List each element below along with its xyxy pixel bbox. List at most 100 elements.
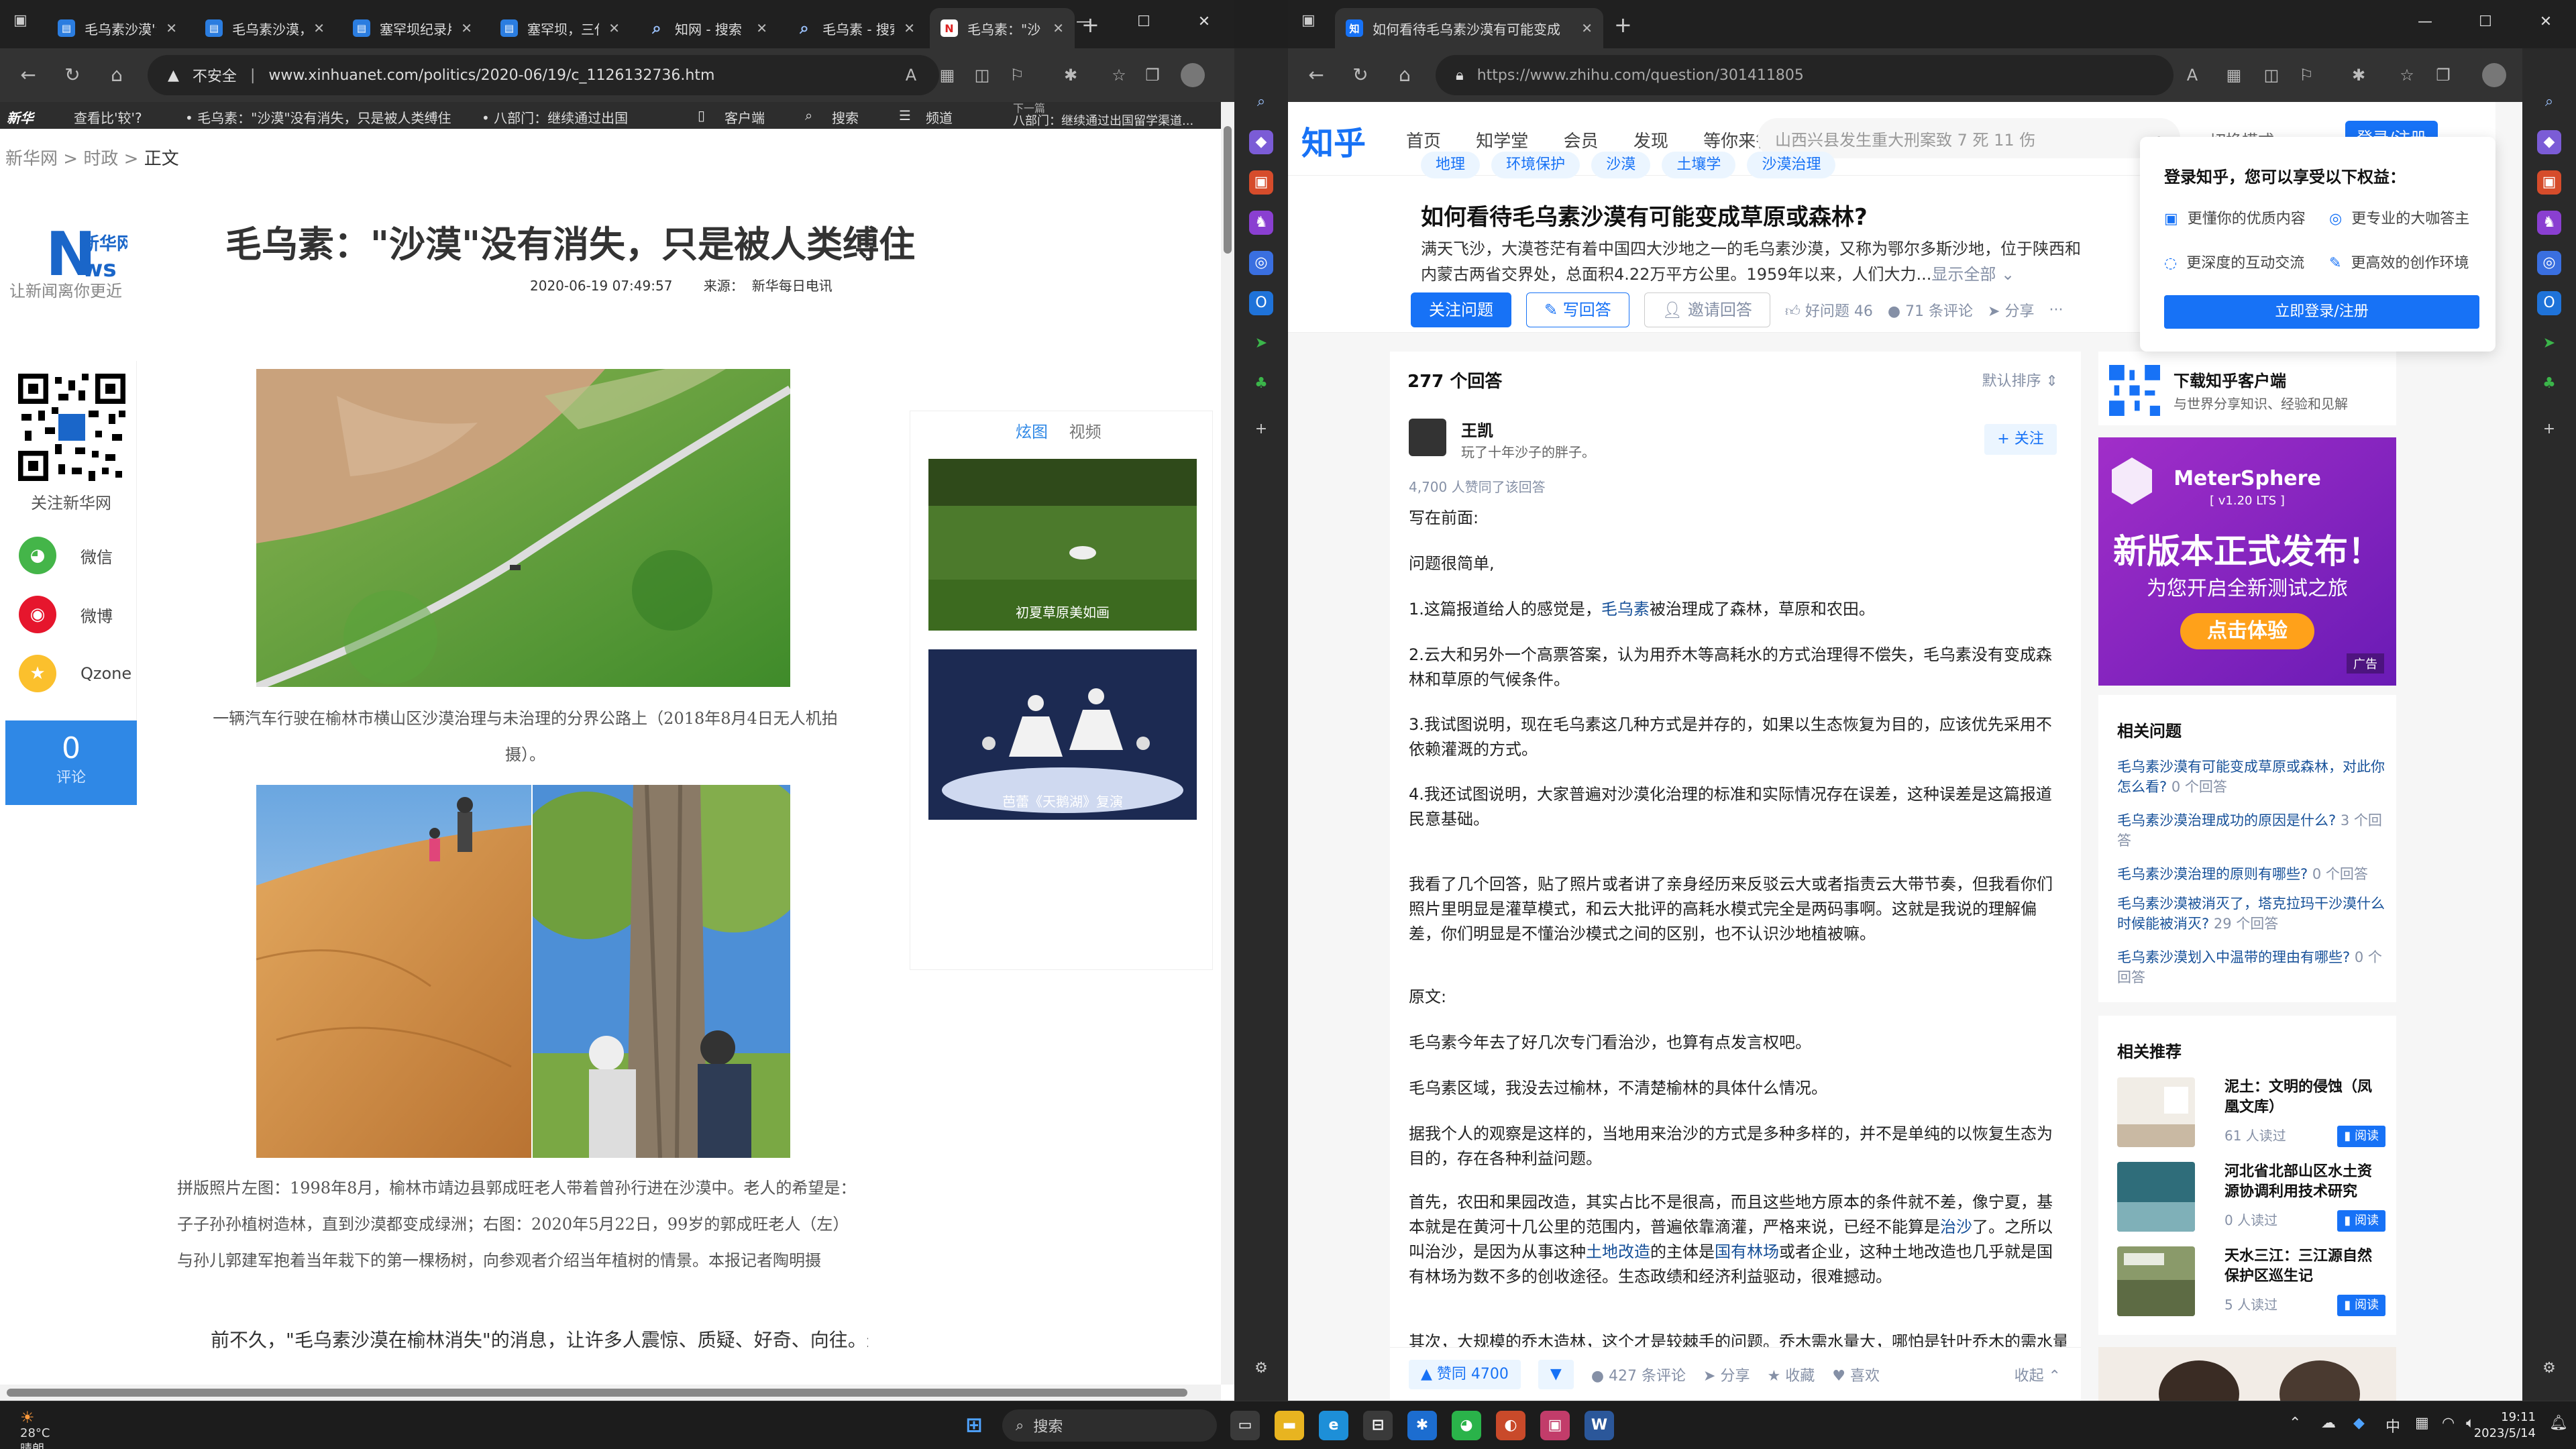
collections-icon[interactable]: ❐	[1140, 63, 1165, 87]
profile-avatar[interactable]	[2482, 63, 2506, 87]
show-all-link[interactable]: 显示全部 ⌄	[1931, 265, 2015, 284]
start-icon[interactable]: ⊞	[959, 1411, 989, 1440]
author-name[interactable]: 王凯	[1461, 417, 1493, 441]
keyword-link[interactable]: 土地改造	[1586, 1242, 1650, 1261]
topic-tag[interactable]: 地理	[1421, 152, 1481, 178]
app-star-icon[interactable]: ✱	[1407, 1411, 1437, 1440]
client-link[interactable]: 客户端	[724, 107, 765, 127]
add-icon[interactable]: +	[2537, 417, 2561, 441]
follow-question-button[interactable]: 关注问题	[1411, 292, 1511, 327]
split-icon[interactable]: ◫	[970, 63, 994, 87]
ime-indicator[interactable]: 中	[2385, 1415, 2400, 1436]
tab-video[interactable]: 视频	[1069, 423, 1102, 441]
tab-1[interactable]: ▤毛乌素沙漠'治'✕	[47, 8, 188, 48]
comments-button[interactable]: ● 71 条评论	[1888, 299, 1973, 321]
answer-comments-button[interactable]: ● 427 条评论	[1591, 1364, 1686, 1385]
breadcrumb-home[interactable]: 新华网	[5, 149, 58, 169]
games-icon[interactable]: ♞	[2537, 211, 2561, 235]
more-actions-button[interactable]: ···	[2049, 302, 2063, 319]
profile-avatar[interactable]	[1181, 63, 1205, 87]
topic-tag[interactable]: 环境保护	[1491, 152, 1580, 178]
tracking-icon[interactable]: ⚐	[2294, 63, 2318, 87]
nav-zhixuetang[interactable]: 知学堂	[1476, 131, 1528, 152]
settings-icon[interactable]: ⚙	[2537, 1356, 2561, 1381]
photo-app-icon[interactable]: ▣	[1540, 1411, 1570, 1440]
favorites-icon[interactable]: ☆	[2395, 63, 2419, 87]
channel-link[interactable]: 频道	[926, 107, 953, 127]
related-question[interactable]: 毛乌素沙漠被消灭了，塔克拉玛干沙漠什么时候能被消灭? 29 个回答	[2117, 894, 2385, 934]
tab-4[interactable]: ▤塞罕坝，三代✕	[490, 8, 631, 48]
share-qzone[interactable]: ★ Qzone	[19, 655, 131, 692]
popup-login-button[interactable]: 立即登录/注册	[2164, 295, 2479, 329]
close-icon[interactable]: ✕	[461, 20, 472, 36]
topic-tag[interactable]: 土壤学	[1662, 152, 1736, 178]
share-button[interactable]: ➤ 分享	[1988, 299, 2034, 321]
download-app-card[interactable]: 下载知乎客户端 与世界分享知识、经验和见解	[2098, 352, 2396, 425]
gallery-thumb-grassland[interactable]: 初夏草原美如画	[928, 459, 1197, 631]
close-icon[interactable]: ✕	[166, 20, 177, 36]
wechat-icon[interactable]: ◕	[1452, 1411, 1481, 1440]
share-weibo[interactable]: ◉ 微博	[19, 596, 113, 633]
home-icon[interactable]: ⌂	[103, 62, 130, 89]
extensions-icon[interactable]: ✱	[2347, 63, 2371, 87]
tab-2[interactable]: ▤毛乌素沙漠，ll✕	[195, 8, 335, 48]
ad-cta-button[interactable]: 点击体验	[2180, 613, 2314, 649]
search-icon[interactable]: ⌕	[1249, 90, 1273, 114]
send-icon[interactable]: ➤	[2537, 331, 2561, 356]
refresh-icon[interactable]: ↻	[1347, 62, 1374, 89]
taskbar-search[interactable]: ⌕ 搜索	[1002, 1409, 1217, 1442]
send-icon[interactable]: ➤	[1249, 331, 1273, 356]
tree-icon[interactable]: ♣	[1249, 372, 1273, 396]
book-item[interactable]: 河北省北部山区水土资源协调利用技术研究 0 人读过 ▮ 阅读	[2117, 1162, 2385, 1241]
close-window-icon[interactable]: ✕	[1174, 13, 1234, 30]
answer-share-button[interactable]: ➤ 分享	[1703, 1364, 1750, 1385]
tree-icon[interactable]: ♣	[2537, 372, 2561, 396]
word-icon[interactable]: W	[1585, 1411, 1614, 1440]
site-brand[interactable]: 新华	[7, 107, 34, 127]
horizontal-scrollbar[interactable]	[0, 1385, 1221, 1401]
close-icon[interactable]: ✕	[904, 20, 915, 36]
wifi-icon[interactable]: ◠	[2442, 1415, 2455, 1432]
read-aloud-icon[interactable]: A	[899, 63, 923, 87]
good-question-button[interactable]: 👍︎ 好问题 46	[1785, 299, 1873, 321]
related-question[interactable]: 毛乌素沙漠治理成功的原因是什么? 3 个回答	[2117, 810, 2385, 851]
tab-5[interactable]: ⌕ 知网 - 搜索 ✕	[637, 8, 778, 48]
address-bar[interactable]: ▲ 不安全 | www.xinhuanet.com/politics/2020-…	[148, 55, 939, 95]
favorite-button[interactable]: ★ 收藏	[1767, 1364, 1815, 1385]
maximize-icon[interactable]: ☐	[2455, 13, 2516, 30]
keyword-link[interactable]: 国有林场	[1715, 1242, 1779, 1261]
topic-tag[interactable]: 沙漠治理	[1747, 152, 1836, 178]
shopping-icon[interactable]: ◆	[1249, 130, 1273, 154]
system-clock[interactable]: 19:11 2023/5/14	[2474, 1409, 2536, 1442]
share-wechat[interactable]: ◕ 微信	[19, 537, 113, 574]
book-item[interactable]: 泥土：文明的侵蚀（凤凰文库） 61 人读过 ▮ 阅读	[2117, 1077, 2385, 1157]
collections-icon[interactable]: ❐	[2431, 63, 2455, 87]
home-icon[interactable]: ⌂	[1391, 62, 1418, 89]
sort-dropdown[interactable]: 默认排序 ⇕	[1982, 369, 2058, 390]
notification-icon[interactable]: 🔔︎	[2549, 1415, 2568, 1432]
invite-answer-button[interactable]: 👤︎ 邀请回答	[1644, 292, 1770, 327]
close-icon[interactable]: ✕	[756, 20, 767, 36]
games-icon[interactable]: ♞	[1249, 211, 1273, 235]
gallery-thumb-ballet[interactable]: 芭蕾《天鹅湖》复演	[928, 649, 1197, 820]
tracking-icon[interactable]: ⚐	[1005, 63, 1029, 87]
maximize-icon[interactable]: ☐	[1114, 13, 1174, 30]
follow-author-button[interactable]: + 关注	[1984, 424, 2057, 455]
taskview-icon[interactable]: ▭	[1230, 1411, 1260, 1440]
downvote-button[interactable]: ▼	[1538, 1359, 1574, 1389]
split-icon[interactable]: ◫	[2259, 63, 2284, 87]
keyword-link[interactable]: 毛乌素	[1601, 600, 1650, 619]
nav-discover[interactable]: 发现	[1633, 131, 1668, 152]
write-answer-button[interactable]: ✎ 写回答	[1526, 292, 1629, 327]
tab-3[interactable]: ▤塞罕坝纪录片✕	[342, 8, 483, 48]
tools-icon[interactable]: ▣	[1249, 170, 1273, 195]
read-aloud-icon[interactable]: A	[2180, 63, 2204, 87]
related-question[interactable]: 毛乌素沙漠划入中温带的理由有哪些? 0 个回答	[2117, 947, 2385, 987]
tray-app-icon[interactable]: ◆	[2353, 1415, 2365, 1432]
minimize-icon[interactable]: —	[2395, 13, 2455, 30]
book-item[interactable]: 天水三江：三江源自然保护区巡生记 5 人读过 ▮ 阅读	[2117, 1246, 2385, 1326]
metersphere-ad[interactable]: MeterSphere [ v1.20 LTS ] 新版本正式发布！ 为您开启全…	[2098, 437, 2396, 686]
ime-icon[interactable]: ▦	[2415, 1415, 2429, 1432]
breadcrumb-section[interactable]: 时政	[83, 149, 118, 169]
close-window-icon[interactable]: ✕	[2516, 13, 2576, 30]
